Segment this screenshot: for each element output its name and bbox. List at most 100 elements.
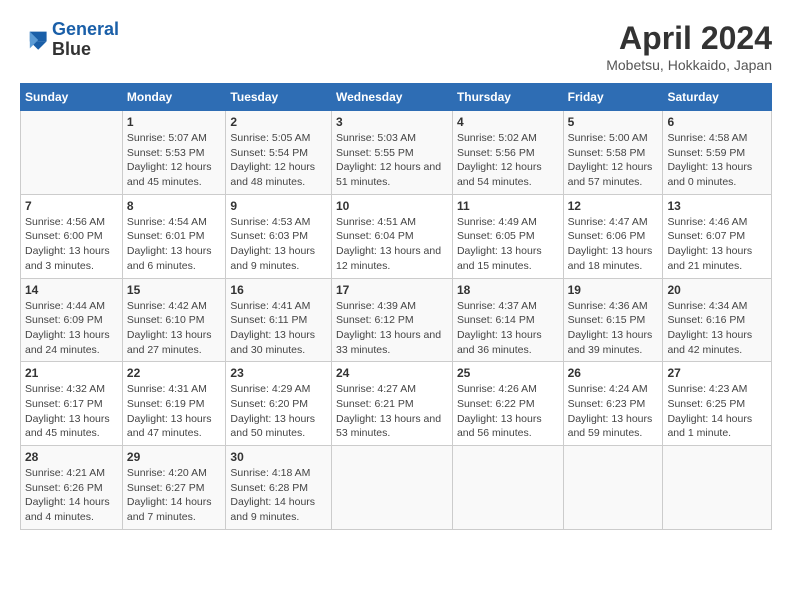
calendar-cell: 29 Sunrise: 4:20 AM Sunset: 6:27 PM Dayli… [122, 446, 226, 530]
calendar-cell: 9Sunrise: 4:53 AM Sunset: 6:03 PM Daylig… [226, 194, 332, 278]
calendar-cell: 24 Sunrise: 4:27 AM Sunset: 6:21 PM Dayli… [331, 362, 452, 446]
calendar-cell: 7 Sunrise: 4:56 AM Sunset: 6:00 PM Daylig… [21, 194, 123, 278]
day-info: Sunrise: 4:23 AM Sunset: 6:25 PM Dayligh… [667, 382, 767, 441]
day-number: 5 [568, 115, 659, 129]
day-info: Sunrise: 4:37 AM Sunset: 6:14 PM Dayligh… [457, 299, 559, 358]
day-number: 9 [230, 199, 327, 213]
day-info: Sunrise: 4:20 AM Sunset: 6:27 PM Dayligh… [127, 466, 222, 525]
day-number: 15 [127, 283, 222, 297]
logo-icon [20, 26, 48, 54]
calendar-cell: 28 Sunrise: 4:21 AM Sunset: 6:26 PM Dayli… [21, 446, 123, 530]
calendar-cell: 23 Sunrise: 4:29 AM Sunset: 6:20 PM Dayli… [226, 362, 332, 446]
day-info: Sunrise: 4:34 AM Sunset: 6:16 PM Dayligh… [667, 299, 767, 358]
page-header: General Blue April 2024 Mobetsu, Hokkaid… [20, 20, 772, 73]
day-number: 4 [457, 115, 559, 129]
calendar-cell: 22 Sunrise: 4:31 AM Sunset: 6:19 PM Dayli… [122, 362, 226, 446]
calendar-cell [663, 446, 772, 530]
day-number: 27 [667, 366, 767, 380]
day-number: 18 [457, 283, 559, 297]
calendar-cell: 2 Sunrise: 5:05 AM Sunset: 5:54 PM Daylig… [226, 111, 332, 195]
day-info: Sunrise: 5:00 AM Sunset: 5:58 PM Dayligh… [568, 131, 659, 190]
day-info: Sunrise: 4:27 AM Sunset: 6:21 PM Dayligh… [336, 382, 448, 441]
day-number: 29 [127, 450, 222, 464]
calendar-week-row: 21 Sunrise: 4:32 AM Sunset: 6:17 PM Dayli… [21, 362, 772, 446]
weekday-header: Wednesday [331, 84, 452, 111]
calendar-cell: 16 Sunrise: 4:41 AM Sunset: 6:11 PM Dayli… [226, 278, 332, 362]
day-number: 22 [127, 366, 222, 380]
calendar-cell: 27 Sunrise: 4:23 AM Sunset: 6:25 PM Dayli… [663, 362, 772, 446]
day-info: Sunrise: 4:24 AM Sunset: 6:23 PM Dayligh… [568, 382, 659, 441]
day-info: Sunrise: 4:32 AM Sunset: 6:17 PM Dayligh… [25, 382, 118, 441]
calendar-cell: 8Sunrise: 4:54 AM Sunset: 6:01 PM Daylig… [122, 194, 226, 278]
calendar-cell [21, 111, 123, 195]
title-block: April 2024 Mobetsu, Hokkaido, Japan [606, 20, 772, 73]
day-number: 16 [230, 283, 327, 297]
calendar-cell: 15 Sunrise: 4:42 AM Sunset: 6:10 PM Dayli… [122, 278, 226, 362]
day-number: 23 [230, 366, 327, 380]
calendar-cell: 26 Sunrise: 4:24 AM Sunset: 6:23 PM Dayli… [563, 362, 663, 446]
day-info: Sunrise: 4:56 AM Sunset: 6:00 PM Dayligh… [25, 215, 118, 274]
calendar-cell: 6Sunrise: 4:58 AM Sunset: 5:59 PM Daylig… [663, 111, 772, 195]
day-number: 14 [25, 283, 118, 297]
logo: General Blue [20, 20, 119, 60]
calendar-cell: 13 Sunrise: 4:46 AM Sunset: 6:07 PM Dayli… [663, 194, 772, 278]
logo-line2: Blue [52, 40, 119, 60]
day-number: 26 [568, 366, 659, 380]
day-number: 17 [336, 283, 448, 297]
day-info: Sunrise: 4:39 AM Sunset: 6:12 PM Dayligh… [336, 299, 448, 358]
day-number: 1 [127, 115, 222, 129]
calendar-week-row: 14 Sunrise: 4:44 AM Sunset: 6:09 PM Dayli… [21, 278, 772, 362]
calendar-cell: 3Sunrise: 5:03 AM Sunset: 5:55 PM Daylig… [331, 111, 452, 195]
day-info: Sunrise: 4:36 AM Sunset: 6:15 PM Dayligh… [568, 299, 659, 358]
day-info: Sunrise: 4:44 AM Sunset: 6:09 PM Dayligh… [25, 299, 118, 358]
day-info: Sunrise: 4:31 AM Sunset: 6:19 PM Dayligh… [127, 382, 222, 441]
day-number: 13 [667, 199, 767, 213]
day-info: Sunrise: 4:18 AM Sunset: 6:28 PM Dayligh… [230, 466, 327, 525]
day-info: Sunrise: 5:05 AM Sunset: 5:54 PM Dayligh… [230, 131, 327, 190]
calendar-cell: 17 Sunrise: 4:39 AM Sunset: 6:12 PM Dayli… [331, 278, 452, 362]
logo-line1: General [52, 19, 119, 39]
day-number: 7 [25, 199, 118, 213]
day-info: Sunrise: 5:02 AM Sunset: 5:56 PM Dayligh… [457, 131, 559, 190]
main-title: April 2024 [606, 20, 772, 57]
weekday-header: Monday [122, 84, 226, 111]
day-info: Sunrise: 4:54 AM Sunset: 6:01 PM Dayligh… [127, 215, 222, 274]
calendar-cell: 30 Sunrise: 4:18 AM Sunset: 6:28 PM Dayli… [226, 446, 332, 530]
day-number: 28 [25, 450, 118, 464]
calendar-cell: 4 Sunrise: 5:02 AM Sunset: 5:56 PM Daylig… [452, 111, 563, 195]
weekday-header: Thursday [452, 84, 563, 111]
day-info: Sunrise: 4:21 AM Sunset: 6:26 PM Dayligh… [25, 466, 118, 525]
day-number: 12 [568, 199, 659, 213]
day-info: Sunrise: 4:47 AM Sunset: 6:06 PM Dayligh… [568, 215, 659, 274]
weekday-header: Saturday [663, 84, 772, 111]
day-number: 24 [336, 366, 448, 380]
day-number: 21 [25, 366, 118, 380]
day-number: 2 [230, 115, 327, 129]
calendar-cell: 21 Sunrise: 4:32 AM Sunset: 6:17 PM Dayli… [21, 362, 123, 446]
calendar-week-row: 7 Sunrise: 4:56 AM Sunset: 6:00 PM Daylig… [21, 194, 772, 278]
day-info: Sunrise: 4:46 AM Sunset: 6:07 PM Dayligh… [667, 215, 767, 274]
calendar-week-row: 1 Sunrise: 5:07 AM Sunset: 5:53 PM Daylig… [21, 111, 772, 195]
day-number: 25 [457, 366, 559, 380]
day-info: Sunrise: 4:29 AM Sunset: 6:20 PM Dayligh… [230, 382, 327, 441]
day-info: Sunrise: 5:07 AM Sunset: 5:53 PM Dayligh… [127, 131, 222, 190]
calendar-cell: 12 Sunrise: 4:47 AM Sunset: 6:06 PM Dayli… [563, 194, 663, 278]
calendar-header-row: SundayMondayTuesdayWednesdayThursdayFrid… [21, 84, 772, 111]
weekday-header: Friday [563, 84, 663, 111]
calendar-cell [563, 446, 663, 530]
calendar-cell [452, 446, 563, 530]
calendar-cell: 18 Sunrise: 4:37 AM Sunset: 6:14 PM Dayli… [452, 278, 563, 362]
day-info: Sunrise: 4:42 AM Sunset: 6:10 PM Dayligh… [127, 299, 222, 358]
weekday-header: Sunday [21, 84, 123, 111]
day-info: Sunrise: 5:03 AM Sunset: 5:55 PM Dayligh… [336, 131, 448, 190]
day-number: 6 [667, 115, 767, 129]
calendar-cell: 5 Sunrise: 5:00 AM Sunset: 5:58 PM Daylig… [563, 111, 663, 195]
day-info: Sunrise: 4:41 AM Sunset: 6:11 PM Dayligh… [230, 299, 327, 358]
calendar-cell: 10Sunrise: 4:51 AM Sunset: 6:04 PM Dayli… [331, 194, 452, 278]
calendar-cell: 25 Sunrise: 4:26 AM Sunset: 6:22 PM Dayli… [452, 362, 563, 446]
day-number: 30 [230, 450, 327, 464]
day-info: Sunrise: 4:26 AM Sunset: 6:22 PM Dayligh… [457, 382, 559, 441]
weekday-header: Tuesday [226, 84, 332, 111]
calendar-cell [331, 446, 452, 530]
day-number: 20 [667, 283, 767, 297]
